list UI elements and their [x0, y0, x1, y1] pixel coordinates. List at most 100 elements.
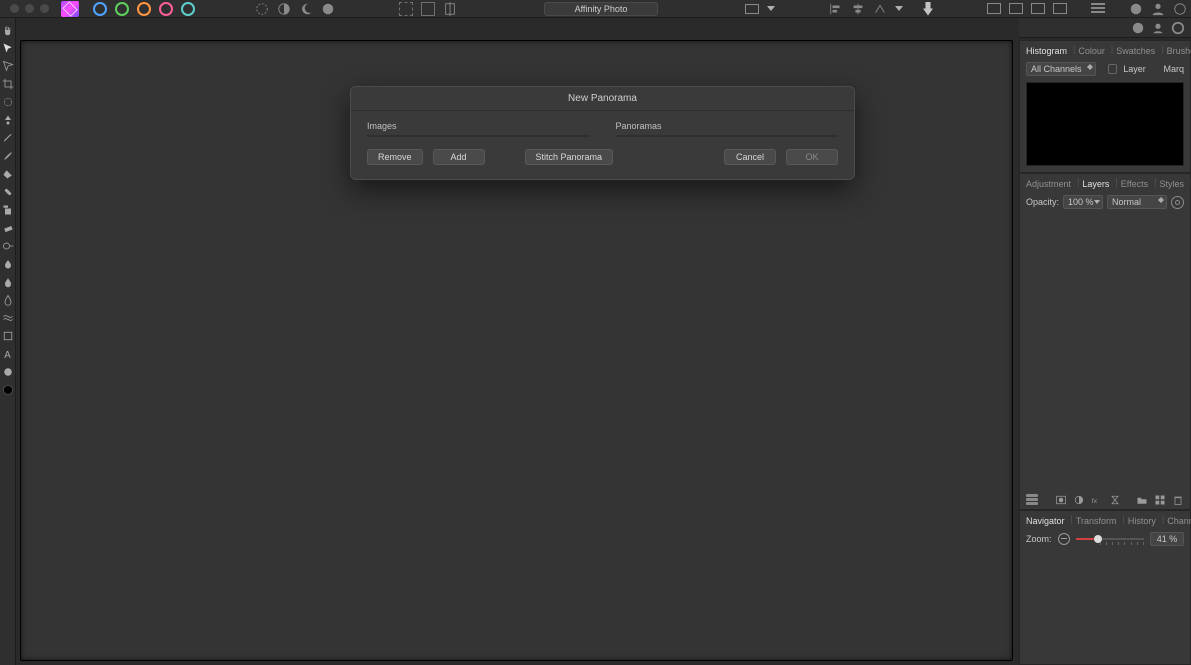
folder-icon[interactable]	[1136, 494, 1148, 506]
layer-label: Layer	[1123, 64, 1146, 74]
panoramas-label: Panoramas	[616, 121, 839, 131]
adjustment-layer-icon[interactable]	[1073, 494, 1085, 506]
images-list[interactable]	[367, 135, 590, 137]
flood-select-icon[interactable]	[2, 114, 14, 126]
remove-button[interactable]: Remove	[367, 149, 423, 165]
persona-liquify-icon[interactable]	[115, 2, 129, 16]
add-icon[interactable]	[1154, 494, 1166, 506]
stitch-button[interactable]: Stitch Panorama	[525, 149, 614, 165]
window-controls[interactable]	[4, 4, 49, 13]
dialog-title: New Panorama	[351, 87, 854, 111]
layer-checkbox[interactable]	[1108, 64, 1118, 74]
selection-brush-icon[interactable]	[2, 96, 14, 108]
arrange-icon[interactable]	[873, 2, 887, 16]
navigator-preview[interactable]	[1020, 550, 1190, 664]
fill-tool-icon[interactable]	[2, 168, 14, 180]
studio-ring-icon[interactable]	[1171, 21, 1185, 35]
dodge-tool-icon[interactable]	[2, 240, 14, 252]
zoom-label: Zoom:	[1026, 534, 1052, 544]
tab-transform[interactable]: Transform	[1074, 514, 1119, 528]
histogram-panel: Histogram| Colour| Swatches| Brushes All…	[1019, 40, 1191, 173]
zoom-slider[interactable]	[1076, 534, 1144, 544]
channels-select[interactable]: All Channels	[1026, 62, 1096, 76]
pen-tool-icon[interactable]	[2, 132, 14, 144]
shape-tool-icon[interactable]	[2, 330, 14, 342]
snap-icon[interactable]	[443, 2, 457, 16]
crop-tool-icon[interactable]	[2, 78, 14, 90]
opacity-select[interactable]: 100 %	[1063, 195, 1103, 209]
selection-solid-icon[interactable]	[421, 2, 435, 16]
tab-histogram[interactable]: Histogram	[1024, 44, 1069, 58]
hourglass-icon[interactable]	[1109, 494, 1121, 506]
tab-colour[interactable]: Colour	[1076, 44, 1107, 58]
align-left-icon[interactable]	[829, 2, 843, 16]
right-studio: Histogram| Colour| Swatches| Brushes All…	[1019, 40, 1191, 665]
pin-icon[interactable]	[923, 2, 933, 16]
tab-history[interactable]: History	[1126, 514, 1158, 528]
assistant-icon[interactable]	[1129, 2, 1143, 16]
contrast-icon[interactable]	[277, 2, 291, 16]
cancel-button[interactable]: Cancel	[724, 149, 776, 165]
new-panorama-dialog: New Panorama Images Panoramas Remove Add…	[350, 86, 855, 180]
hand-tool-icon[interactable]	[2, 24, 14, 36]
selection-marquee-icon[interactable]	[399, 2, 413, 16]
list-view-icon[interactable]	[1091, 3, 1105, 15]
tab-layers[interactable]: Layers	[1080, 177, 1111, 191]
tab-styles[interactable]: Styles	[1157, 177, 1186, 191]
tab-adjustment[interactable]: Adjustment	[1024, 177, 1073, 191]
svg-text:A: A	[4, 350, 11, 360]
tab-channels[interactable]: Channels	[1165, 514, 1191, 528]
panoramas-list[interactable]	[616, 135, 839, 137]
delete-icon[interactable]	[1172, 494, 1184, 506]
eraser-tool-icon[interactable]	[2, 222, 14, 234]
studio-circle-icon[interactable]	[1131, 21, 1145, 35]
tools-panel: A	[0, 18, 16, 665]
tab-effects[interactable]: Effects	[1119, 177, 1150, 191]
move-tool-icon[interactable]	[2, 42, 14, 54]
studio-user-icon[interactable]	[1151, 21, 1165, 35]
zoom-out-icon[interactable]	[1058, 533, 1070, 545]
clone-tool-icon[interactable]	[2, 204, 14, 216]
persona-develop-icon[interactable]	[137, 2, 151, 16]
studio-pane-3-icon[interactable]	[1031, 3, 1045, 14]
circle-icon[interactable]	[321, 2, 335, 16]
burn-tool-icon[interactable]	[2, 258, 14, 270]
node-tool-icon[interactable]	[2, 60, 14, 72]
crop-preset-icon[interactable]	[745, 4, 759, 14]
persona-export-icon[interactable]	[181, 2, 195, 16]
add-button[interactable]: Add	[433, 149, 485, 165]
healing-tool-icon[interactable]	[2, 186, 14, 198]
tab-navigator[interactable]: Navigator	[1024, 514, 1067, 528]
mask-icon[interactable]	[1055, 494, 1067, 506]
persona-tonemap-icon[interactable]	[159, 2, 173, 16]
persona-photo-icon[interactable]	[93, 2, 107, 16]
mesh-warp-icon[interactable]	[2, 312, 14, 324]
vector-brush-icon[interactable]	[2, 366, 14, 378]
help-icon[interactable]	[1173, 2, 1187, 16]
softproof-icon[interactable]	[255, 2, 269, 16]
ok-button[interactable]: OK	[786, 149, 838, 165]
studio-pane-2-icon[interactable]	[1009, 3, 1023, 14]
blend-mode-select[interactable]: Normal	[1107, 195, 1167, 209]
align-center-icon[interactable]	[851, 2, 865, 16]
smudge-tool-icon[interactable]	[2, 276, 14, 288]
account-icon[interactable]	[1151, 2, 1165, 16]
dropdown-arrow-icon[interactable]	[895, 6, 903, 11]
layers-stack-icon[interactable]	[1026, 494, 1040, 506]
layers-list[interactable]	[1020, 213, 1190, 491]
studio-pane-4-icon[interactable]	[1053, 3, 1067, 14]
moon-icon[interactable]	[299, 2, 313, 16]
studio-header	[1019, 18, 1191, 38]
images-label: Images	[367, 121, 590, 131]
tab-swatches[interactable]: Swatches	[1114, 44, 1157, 58]
blur-tool-icon[interactable]	[2, 294, 14, 306]
tab-brushes[interactable]: Brushes	[1165, 44, 1191, 58]
zoom-value[interactable]: 41 %	[1150, 532, 1184, 546]
studio-pane-1-icon[interactable]	[987, 3, 1001, 14]
brush-tool-icon[interactable]	[2, 150, 14, 162]
fx-icon[interactable]: fx	[1091, 494, 1103, 506]
text-tool-icon[interactable]: A	[2, 348, 14, 360]
layer-options-icon[interactable]	[1171, 196, 1184, 209]
colour-picker-icon[interactable]	[2, 384, 14, 396]
dropdown-arrow-icon[interactable]	[767, 6, 775, 11]
